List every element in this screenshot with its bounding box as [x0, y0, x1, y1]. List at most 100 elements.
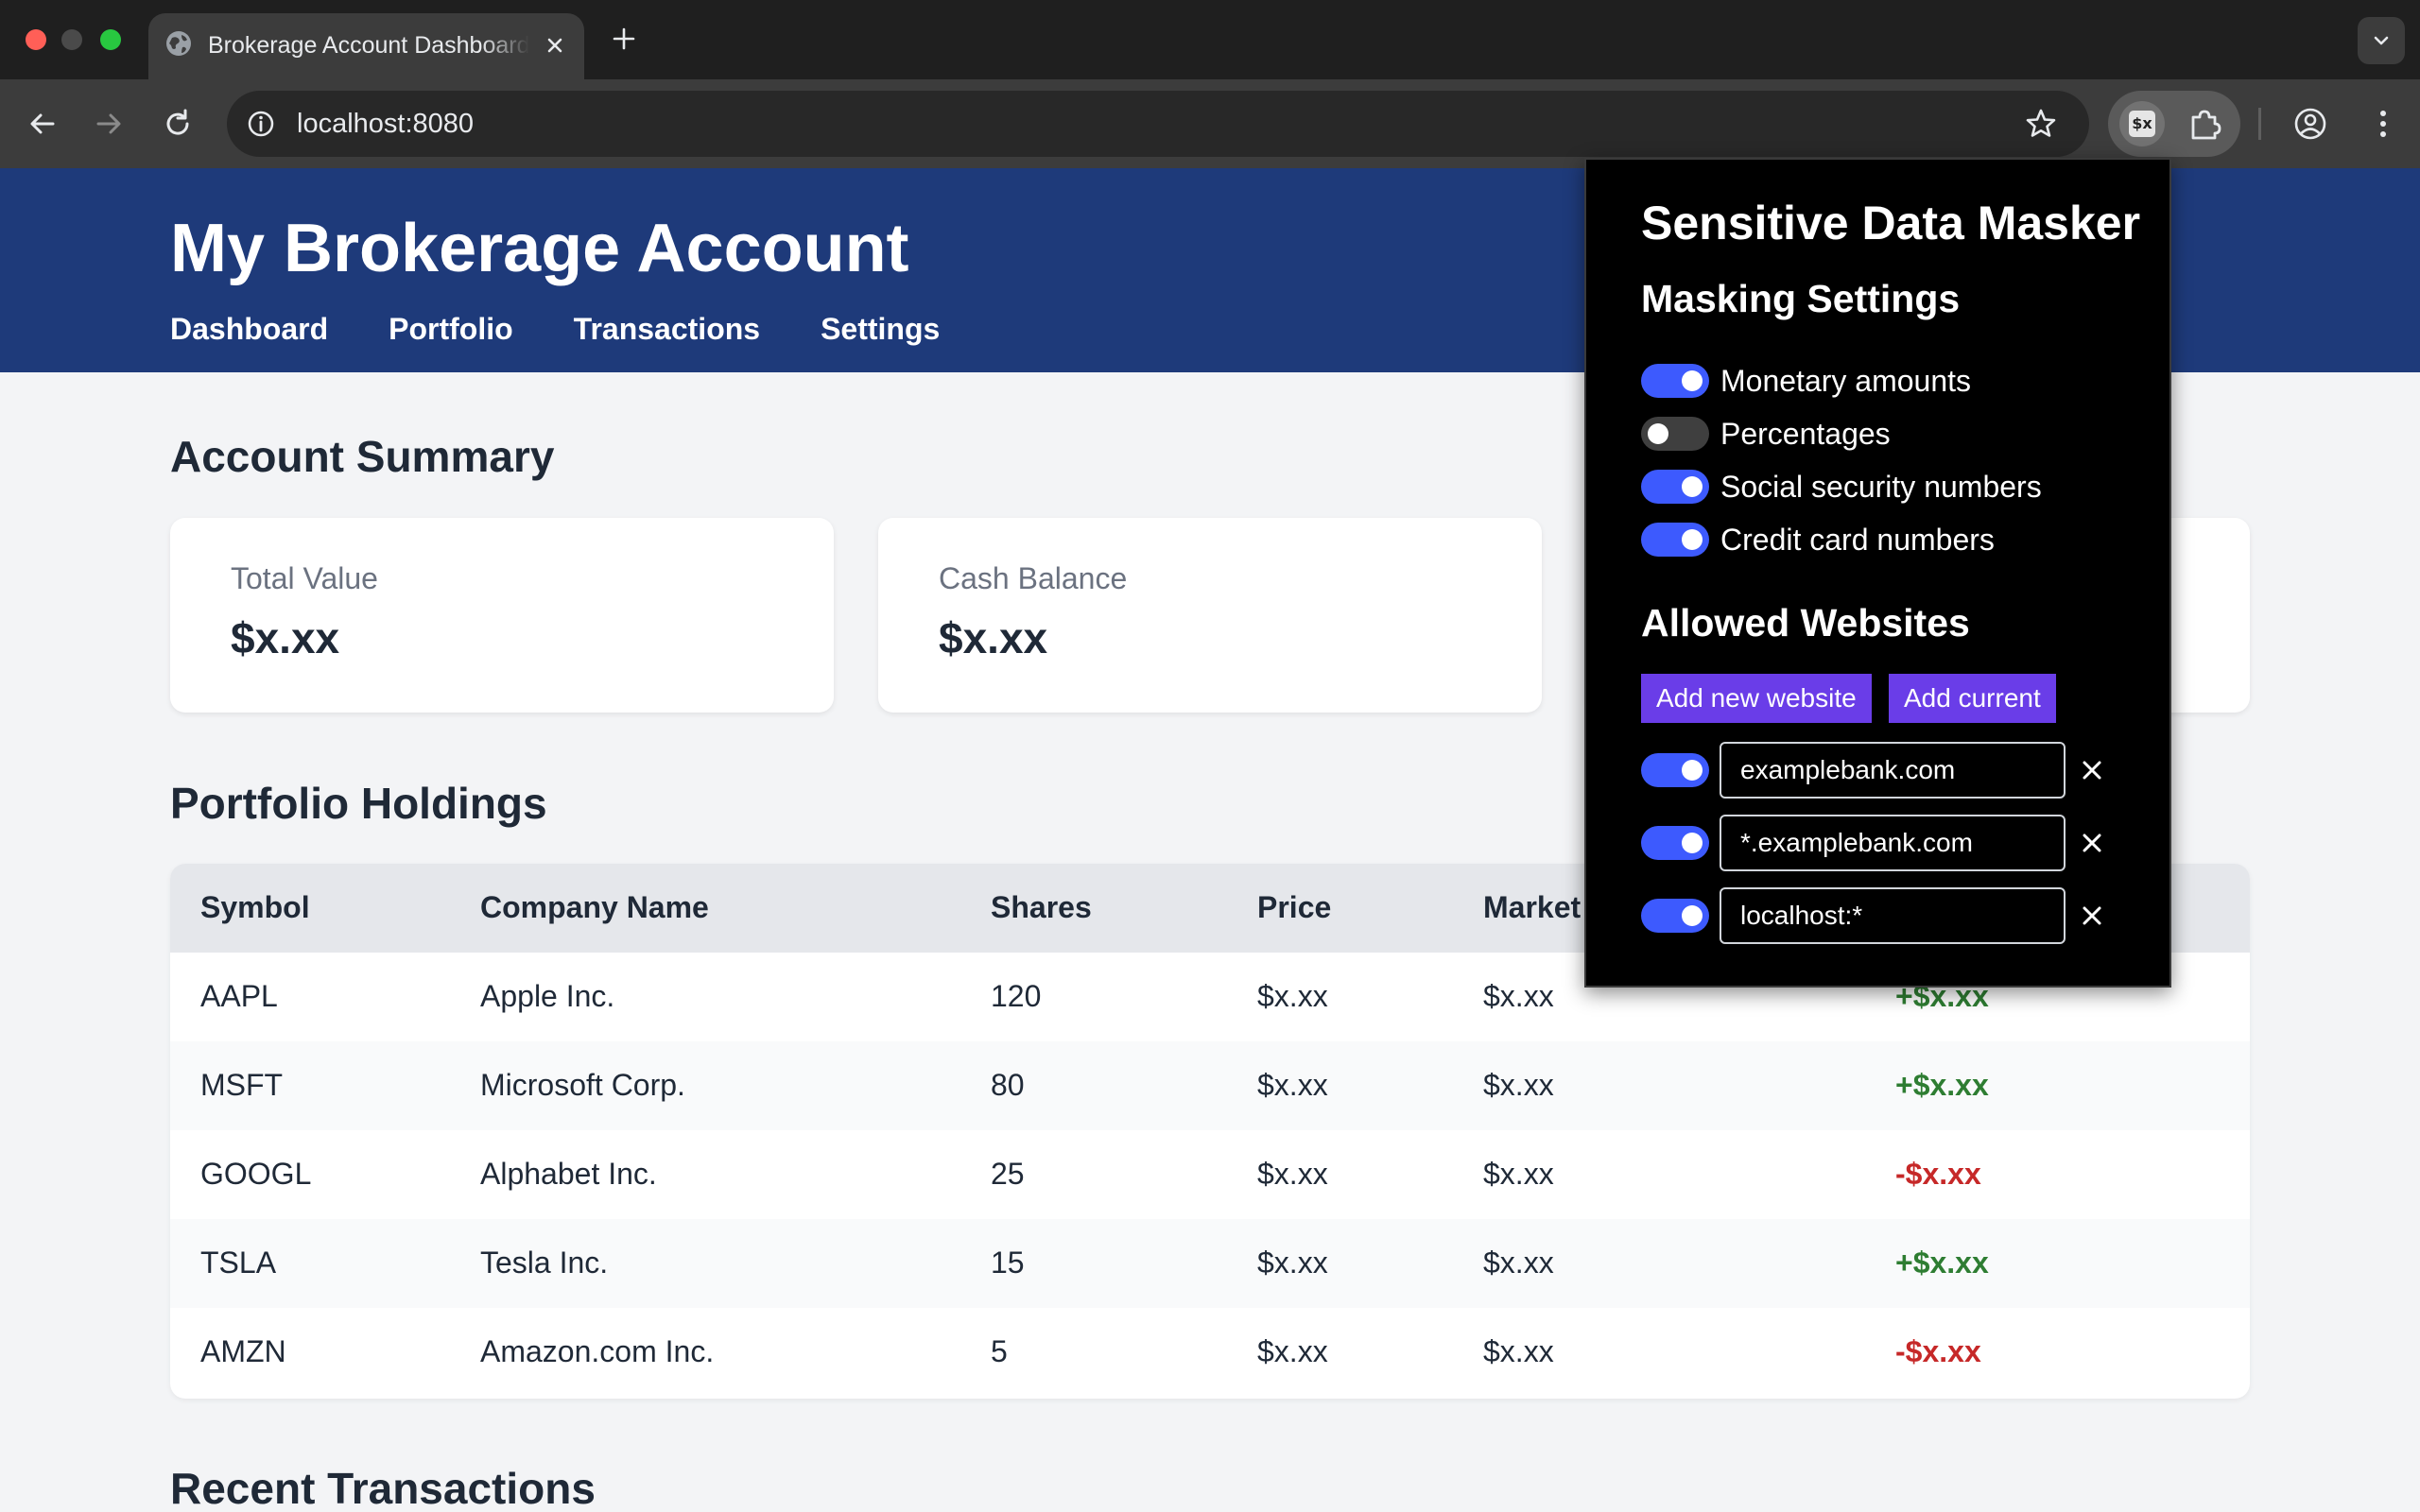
- setting-label-monetary: Monetary amounts: [1720, 364, 1972, 398]
- site-info-icon[interactable]: [244, 107, 278, 141]
- new-tab-icon[interactable]: [610, 25, 638, 53]
- toggle-knob: [1682, 833, 1703, 853]
- back-arrow-icon[interactable]: [24, 105, 61, 143]
- site-title: My Brokerage Account: [170, 211, 909, 286]
- cell-symbol: TSLA: [200, 1246, 277, 1280]
- cell-company: Tesla Inc.: [480, 1246, 609, 1280]
- table-row: AMZN Amazon.com Inc. 5 $x.xx $x.xx -$x.x…: [170, 1308, 2250, 1397]
- nav-dashboard[interactable]: Dashboard: [170, 312, 328, 347]
- address-bar[interactable]: localhost:8080: [227, 91, 2089, 157]
- toggle-ssn[interactable]: [1641, 470, 1709, 504]
- popup-title: Sensitive Data Masker: [1641, 197, 2141, 249]
- add-current-website-button[interactable]: Add current: [1889, 674, 2056, 723]
- close-tab-icon[interactable]: [542, 32, 568, 59]
- setting-label-credit-cards: Credit card numbers: [1720, 523, 1995, 557]
- toolbar-divider: [2258, 108, 2261, 140]
- toggle-knob: [1682, 905, 1703, 926]
- more-menu-icon[interactable]: [2363, 104, 2403, 144]
- toggle-credit-cards[interactable]: [1641, 523, 1709, 557]
- bookmark-star-icon[interactable]: [2023, 106, 2059, 142]
- cell-company: Microsoft Corp.: [480, 1068, 685, 1102]
- browser-toolbar: localhost:8080 $x: [0, 79, 2420, 168]
- add-new-website-button[interactable]: Add new website: [1641, 674, 1872, 723]
- nav-transactions[interactable]: Transactions: [574, 312, 760, 347]
- card-label: Cash Balance: [939, 561, 1128, 595]
- sensitive-data-masker-extension-icon[interactable]: $x: [2119, 101, 2165, 146]
- toggle-percentages[interactable]: [1641, 417, 1709, 451]
- reload-icon[interactable]: [159, 105, 197, 143]
- column-header-market: Market: [1483, 890, 1582, 924]
- card-value: $x.xx: [231, 613, 340, 662]
- cell-gain: -$x.xx: [1895, 1334, 1981, 1368]
- toggle-site-wildcard-examplebank[interactable]: [1641, 826, 1709, 860]
- minimize-window-button[interactable]: [61, 29, 82, 50]
- cell-company: Apple Inc.: [480, 979, 615, 1013]
- tab-search-button[interactable]: [2358, 17, 2405, 64]
- table-row: MSFT Microsoft Corp. 80 $x.xx $x.xx +$x.…: [170, 1041, 2250, 1130]
- nav-settings[interactable]: Settings: [821, 312, 940, 347]
- cell-symbol: GOOGL: [200, 1157, 312, 1191]
- summary-card-cash-balance: Cash Balance $x.xx: [878, 518, 1542, 713]
- browser-tab[interactable]: Brokerage Account Dashboard: [148, 13, 584, 79]
- cell-symbol: AAPL: [200, 979, 278, 1013]
- close-window-button[interactable]: [26, 29, 46, 50]
- cell-shares: 15: [991, 1246, 1025, 1280]
- cell-symbol: AMZN: [200, 1334, 286, 1368]
- cell-price: $x.xx: [1257, 1157, 1328, 1191]
- column-header-company: Company Name: [480, 890, 709, 924]
- masking-settings-title: Masking Settings: [1641, 277, 1961, 320]
- allowed-site-input[interactable]: [1720, 742, 2066, 799]
- cell-price: $x.xx: [1257, 1068, 1328, 1102]
- table-row: TSLA Tesla Inc. 15 $x.xx $x.xx +$x.xx: [170, 1219, 2250, 1308]
- url-text[interactable]: localhost:8080: [297, 109, 474, 140]
- recent-transactions-title: Recent Transactions: [170, 1464, 596, 1512]
- card-value: $x.xx: [939, 613, 1048, 662]
- maximize-window-button[interactable]: [100, 29, 121, 50]
- site-nav: Dashboard Portfolio Transactions Setting…: [170, 312, 940, 347]
- column-header-symbol: Symbol: [200, 890, 310, 924]
- toggle-site-localhost[interactable]: [1641, 899, 1709, 933]
- chevron-down-icon: [2374, 36, 2389, 45]
- toggle-knob: [1682, 370, 1703, 391]
- cell-market: $x.xx: [1483, 1246, 1554, 1280]
- column-header-shares: Shares: [991, 890, 1092, 924]
- toggle-knob: [1682, 529, 1703, 550]
- toggle-site-examplebank[interactable]: [1641, 753, 1709, 787]
- cell-price: $x.xx: [1257, 1246, 1328, 1280]
- cell-shares: 120: [991, 979, 1042, 1013]
- summary-card-total-value: Total Value $x.xx: [170, 518, 834, 713]
- cell-shares: 80: [991, 1068, 1025, 1102]
- cell-company: Alphabet Inc.: [480, 1157, 657, 1191]
- tab-title: Brokerage Account Dashboard: [208, 32, 529, 59]
- browser-tab-strip: Brokerage Account Dashboard: [0, 0, 2420, 79]
- toggle-monetary-amounts[interactable]: [1641, 364, 1709, 398]
- cell-gain: -$x.xx: [1895, 1157, 1981, 1191]
- cell-market: $x.xx: [1483, 1334, 1554, 1368]
- setting-label-percentages: Percentages: [1720, 417, 1891, 451]
- toggle-knob: [1682, 760, 1703, 781]
- setting-label-ssn: Social security numbers: [1720, 470, 2042, 504]
- cell-gain: +$x.xx: [1895, 1246, 1989, 1280]
- portfolio-holdings-title: Portfolio Holdings: [170, 779, 547, 828]
- sensitive-data-masker-popup: Sensitive Data Masker Masking Settings M…: [1584, 158, 2171, 988]
- cell-price: $x.xx: [1257, 1334, 1328, 1368]
- globe-icon: [166, 31, 191, 56]
- profile-avatar-icon[interactable]: [2290, 104, 2330, 144]
- remove-site-icon[interactable]: [2078, 756, 2106, 784]
- cell-market: $x.xx: [1483, 979, 1554, 1013]
- remove-site-icon[interactable]: [2078, 902, 2106, 930]
- extension-icon-label: $x: [2129, 111, 2155, 137]
- allowed-site-input[interactable]: [1720, 887, 2066, 944]
- remove-site-icon[interactable]: [2078, 829, 2106, 857]
- allowed-websites-title: Allowed Websites: [1641, 601, 1970, 644]
- forward-arrow-icon[interactable]: [90, 105, 128, 143]
- cell-market: $x.xx: [1483, 1157, 1554, 1191]
- cell-symbol: MSFT: [200, 1068, 284, 1102]
- nav-portfolio[interactable]: Portfolio: [389, 312, 513, 347]
- cell-gain: +$x.xx: [1895, 1068, 1989, 1102]
- cell-price: $x.xx: [1257, 979, 1328, 1013]
- allowed-site-input[interactable]: [1720, 815, 2066, 871]
- toggle-knob: [1682, 476, 1703, 497]
- extensions-puzzle-icon[interactable]: [2186, 104, 2225, 144]
- table-row: GOOGL Alphabet Inc. 25 $x.xx $x.xx -$x.x…: [170, 1130, 2250, 1219]
